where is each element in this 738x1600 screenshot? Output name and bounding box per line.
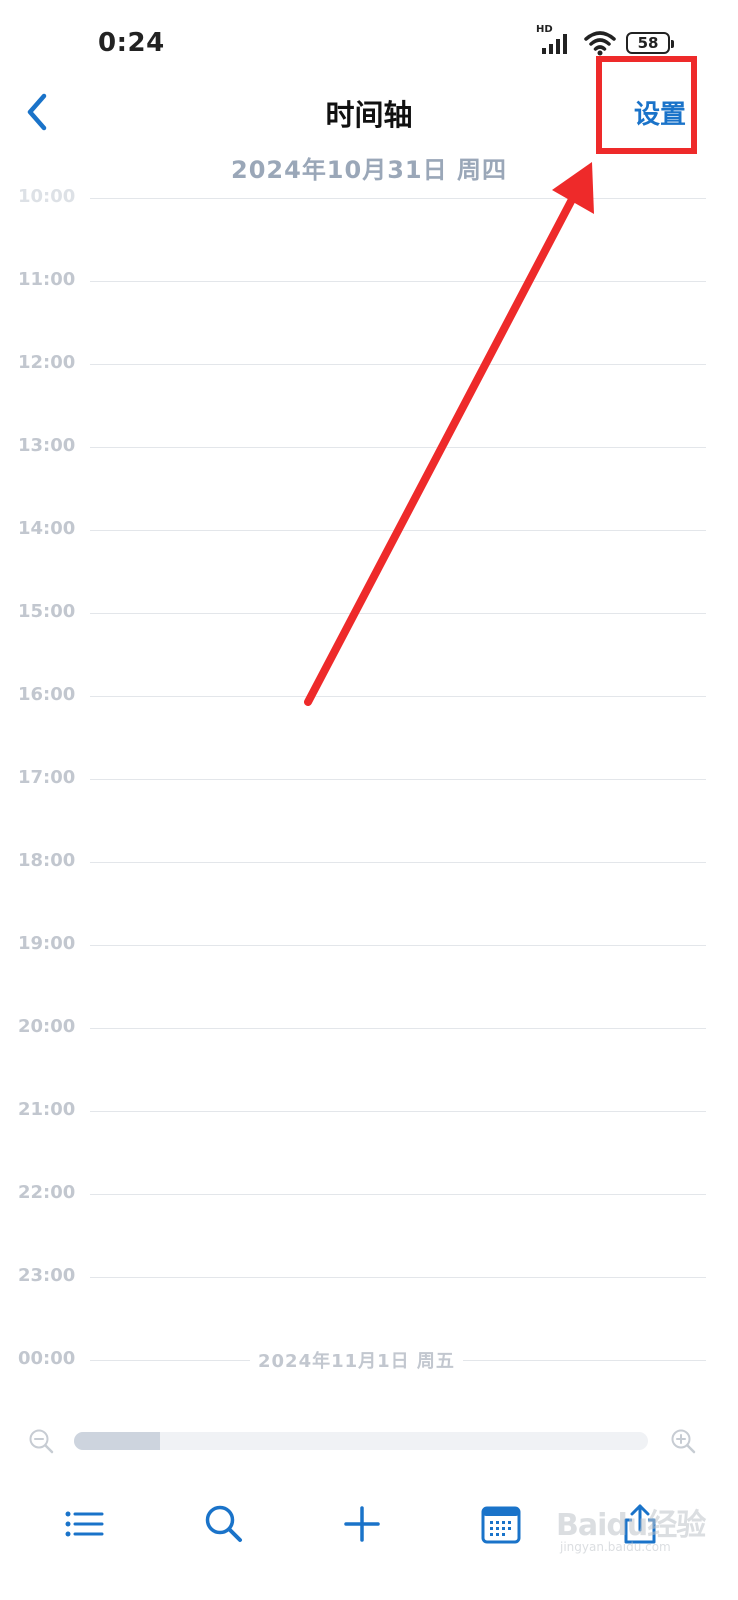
hour-row: 19:00 xyxy=(0,933,738,954)
hour-divider xyxy=(90,447,706,448)
hour-divider xyxy=(90,364,706,365)
hour-label: 14:00 xyxy=(18,518,76,539)
search-icon[interactable] xyxy=(202,1502,246,1546)
hour-row: 16:00 xyxy=(0,684,738,705)
hour-label: 22:00 xyxy=(18,1182,76,1203)
zoom-bar xyxy=(0,1420,738,1464)
wifi-icon xyxy=(584,30,616,56)
hour-row: 10:00 xyxy=(0,186,738,207)
hour-label: 15:00 xyxy=(18,601,76,622)
hour-divider xyxy=(90,779,706,780)
next-day-label: 2024年11月1日 周五 xyxy=(250,1347,463,1373)
hour-label: 19:00 xyxy=(18,933,76,954)
hour-row: 00:00 2024年11月1日 周五 xyxy=(0,1347,738,1373)
timeline[interactable]: 10:00 11:00 12:00 13:00 14:00 15:00 16:0… xyxy=(0,180,738,1380)
annotation-highlight-box xyxy=(596,56,697,154)
hour-label: 21:00 xyxy=(18,1099,76,1120)
add-icon[interactable] xyxy=(340,1502,384,1546)
calendar-icon[interactable] xyxy=(480,1502,524,1546)
hour-row: 20:00 xyxy=(0,1016,738,1037)
hour-label: 00:00 xyxy=(18,1348,76,1369)
hour-row: 22:00 xyxy=(0,1182,738,1203)
signal-icon: HD xyxy=(536,24,574,56)
hour-row: 23:00 xyxy=(0,1265,738,1286)
status-time: 0:24 xyxy=(98,28,165,58)
hour-label: 11:00 xyxy=(18,269,76,290)
hour-divider xyxy=(90,281,706,282)
hour-row: 17:00 xyxy=(0,767,738,788)
hour-divider xyxy=(90,945,706,946)
hour-label: 18:00 xyxy=(18,850,76,871)
watermark-subtext: jingyan.baidu.com xyxy=(560,1540,671,1554)
zoom-in-icon[interactable] xyxy=(670,1428,696,1454)
zoom-slider-fill xyxy=(74,1432,161,1450)
network-label: HD xyxy=(536,24,553,35)
zoom-out-icon[interactable] xyxy=(28,1428,54,1454)
hour-divider xyxy=(90,1194,706,1195)
watermark-text: Baidu经验 xyxy=(556,1508,706,1543)
hour-label: 16:00 xyxy=(18,684,76,705)
hour-divider xyxy=(90,1028,706,1029)
hour-label: 12:00 xyxy=(18,352,76,373)
hour-row: 21:00 xyxy=(0,1099,738,1120)
zoom-slider[interactable] xyxy=(74,1432,648,1450)
hour-divider xyxy=(90,530,706,531)
hour-divider xyxy=(90,1277,706,1278)
hour-label: 13:00 xyxy=(18,435,76,456)
battery-icon: 58 xyxy=(626,32,674,54)
hour-row: 11:00 xyxy=(0,269,738,290)
hour-row: 13:00 xyxy=(0,435,738,456)
hour-row: 12:00 xyxy=(0,352,738,373)
hour-divider xyxy=(90,613,706,614)
hour-label: 10:00 xyxy=(18,186,76,207)
hour-row: 15:00 xyxy=(0,601,738,622)
hour-row: 14:00 xyxy=(0,518,738,539)
hour-label: 23:00 xyxy=(18,1265,76,1286)
hour-divider xyxy=(90,696,706,697)
watermark: Baidu经验 jingyan.baidu.com xyxy=(556,1500,726,1560)
hour-row: 18:00 xyxy=(0,850,738,871)
status-icons: HD 58 xyxy=(536,24,674,56)
list-icon[interactable] xyxy=(62,1502,106,1546)
hour-divider xyxy=(90,862,706,863)
hour-divider xyxy=(90,198,706,199)
hour-label: 20:00 xyxy=(18,1016,76,1037)
hour-divider xyxy=(90,1111,706,1112)
battery-level: 58 xyxy=(637,34,659,52)
hour-label: 17:00 xyxy=(18,767,76,788)
